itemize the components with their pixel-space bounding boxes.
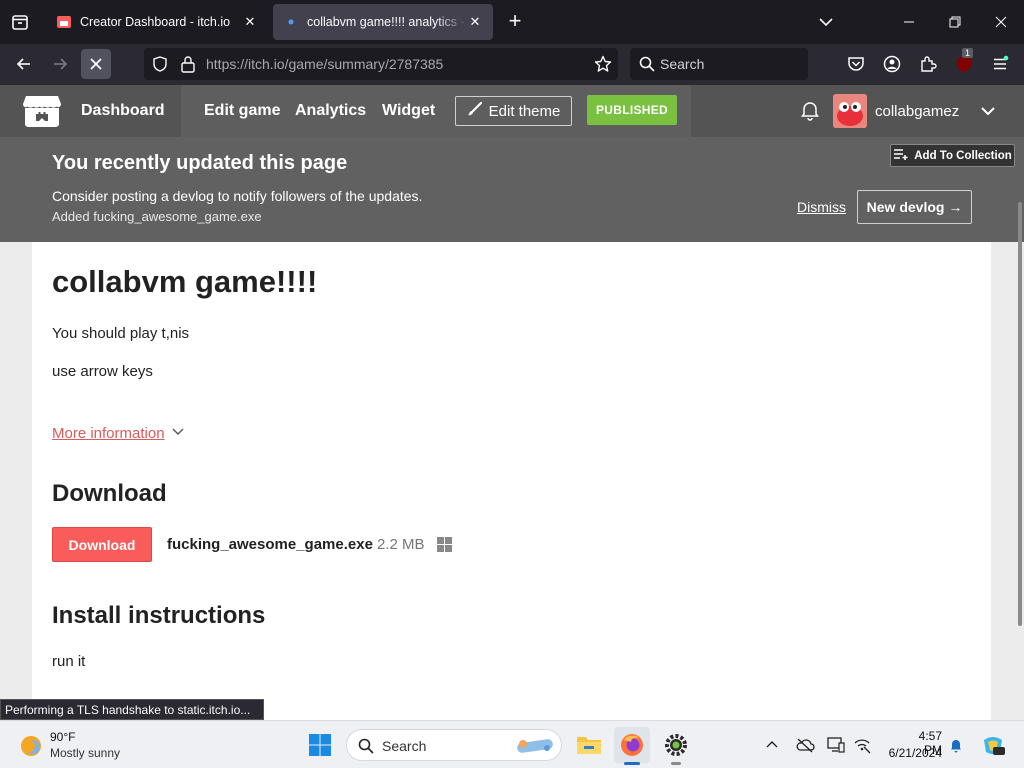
tab-analytics[interactable]: collabvm game!!!! analytics - itch.io ✕ (273, 4, 493, 40)
banner-added-file: Added fucking_awesome_game.exe (52, 209, 262, 224)
tab-title: Creator Dashboard - itch.io (80, 15, 231, 29)
address-bar[interactable]: https://itch.io/game/summary/2787385 (144, 48, 618, 80)
running-indicator (624, 762, 640, 765)
close-tab-icon[interactable]: ✕ (467, 14, 483, 30)
list-all-tabs-icon[interactable] (8, 10, 32, 34)
browser-nav-bar: https://itch.io/game/summary/2787385 Sea… (0, 44, 1024, 85)
avatar[interactable] (833, 94, 867, 128)
bookmark-star-icon[interactable] (594, 55, 612, 78)
itch-header: Dashboard Edit game Analytics Widget Edi… (0, 85, 1024, 137)
search-icon (639, 56, 655, 77)
chevron-down-icon[interactable] (978, 101, 998, 121)
close-tab-icon[interactable]: ✕ (242, 14, 258, 30)
install-instructions-heading: Install instructions (52, 602, 266, 629)
game-description-line: use arrow keys (52, 363, 153, 380)
forward-arrow-icon[interactable] (45, 49, 75, 79)
extensions-puzzle-icon[interactable] (916, 52, 940, 76)
new-devlog-button[interactable]: New devlog → (857, 190, 972, 224)
firefox-taskbar-icon[interactable] (614, 727, 650, 763)
tracking-shield-icon[interactable] (152, 56, 168, 77)
scrollbar-thumb[interactable] (1018, 202, 1022, 626)
add-to-collection-button[interactable]: Add To Collection (890, 144, 1015, 167)
weather-condition[interactable]: Mostly sunny (50, 746, 120, 760)
page-scrollbar[interactable] (1016, 142, 1024, 720)
download-file-size: 2.2 MB (377, 536, 425, 553)
tab-title: collabvm game!!!! analytics - itch.io (307, 15, 467, 29)
display-icon[interactable] (826, 735, 846, 755)
tab-creator-dashboard[interactable]: Creator Dashboard - itch.io ✕ (46, 4, 268, 40)
notification-bell-icon[interactable] (946, 735, 966, 755)
stop-loading-icon[interactable] (81, 49, 111, 79)
restore-window-icon[interactable] (932, 0, 978, 44)
itch-logo-icon[interactable] (22, 93, 62, 129)
search-highlight-icon (513, 735, 557, 762)
account-icon[interactable] (880, 52, 904, 76)
windows-start-icon[interactable] (308, 733, 332, 757)
username[interactable]: collabgamez (875, 103, 959, 120)
network-icon[interactable] (852, 735, 872, 755)
chevron-down-icon (171, 424, 185, 442)
more-information-label: More information (52, 424, 165, 442)
search-placeholder: Search (660, 56, 705, 72)
edit-theme-button[interactable]: Edit theme (455, 96, 572, 126)
itch-favicon-icon (56, 14, 72, 30)
notification-bell-icon[interactable] (798, 98, 822, 122)
update-banner: You recently updated this page Consider … (0, 137, 1024, 242)
loading-dot-icon (283, 14, 299, 30)
windows-platform-icon (437, 537, 452, 552)
menu-hamburger-icon[interactable] (988, 52, 1012, 76)
game-page-content (32, 242, 991, 720)
windows-taskbar: 90°F Mostly sunny Search 4:57 PM 6/21/20… (0, 720, 1024, 768)
download-file-name: fucking_awesome_game.exe (167, 536, 373, 553)
chevron-up-icon[interactable] (762, 735, 782, 755)
new-tab-icon[interactable]: + (503, 10, 527, 34)
padlock-icon[interactable] (180, 55, 196, 78)
weather-temperature[interactable]: 90°F (50, 730, 75, 744)
edit-theme-label: Edit theme (488, 102, 561, 120)
banner-title: You recently updated this page (52, 152, 348, 174)
dismiss-link[interactable]: Dismiss (797, 199, 846, 215)
ublock-origin-icon[interactable]: 1 (952, 48, 976, 76)
chevron-down-icon[interactable] (816, 12, 836, 32)
minimize-window-icon[interactable] (886, 0, 932, 44)
dashboard-link[interactable]: Dashboard (81, 102, 165, 120)
game-title: collabvm game!!!! (52, 264, 318, 299)
download-button[interactable]: Download (52, 527, 152, 562)
browser-tab-strip: Creator Dashboard - itch.io ✕ collabvm g… (0, 0, 1024, 44)
onedrive-cloud-icon[interactable] (795, 735, 815, 755)
weather-sun-icon[interactable] (18, 733, 44, 759)
published-status-button[interactable]: PUBLISHED (587, 95, 677, 125)
game-description-line: You should play t,nis (52, 325, 190, 342)
extension-badge: 1 (962, 48, 974, 58)
search-icon (358, 738, 374, 759)
taskbar-search-placeholder: Search (382, 738, 427, 754)
add-to-collection-label: Add To Collection (914, 149, 1012, 162)
close-window-icon[interactable] (978, 0, 1024, 44)
browser-search-field[interactable]: Search (630, 48, 808, 80)
paintbrush-icon (467, 101, 483, 121)
copilot-icon[interactable] (980, 732, 1006, 758)
analytics-link[interactable]: Analytics (295, 102, 366, 120)
download-heading: Download (52, 480, 167, 507)
more-information-toggle[interactable]: More information (52, 424, 185, 442)
taskbar-search-box[interactable]: Search (346, 729, 562, 761)
settings-gear-icon[interactable] (658, 727, 694, 763)
file-explorer-icon[interactable] (571, 727, 607, 763)
install-instructions-text: run it (52, 653, 86, 670)
status-panel: Performing a TLS handshake to static.itc… (0, 699, 264, 720)
running-indicator (671, 762, 681, 765)
edit-game-link[interactable]: Edit game (204, 102, 280, 120)
clock-date[interactable]: 6/21/2024 (878, 746, 942, 760)
banner-message: Consider posting a devlog to notify foll… (52, 188, 423, 204)
widget-link[interactable]: Widget (382, 102, 435, 120)
add-list-icon (893, 148, 909, 163)
url-text[interactable]: https://itch.io/game/summary/2787385 (206, 56, 443, 72)
pocket-icon[interactable] (844, 52, 868, 76)
back-arrow-icon[interactable] (9, 49, 39, 79)
